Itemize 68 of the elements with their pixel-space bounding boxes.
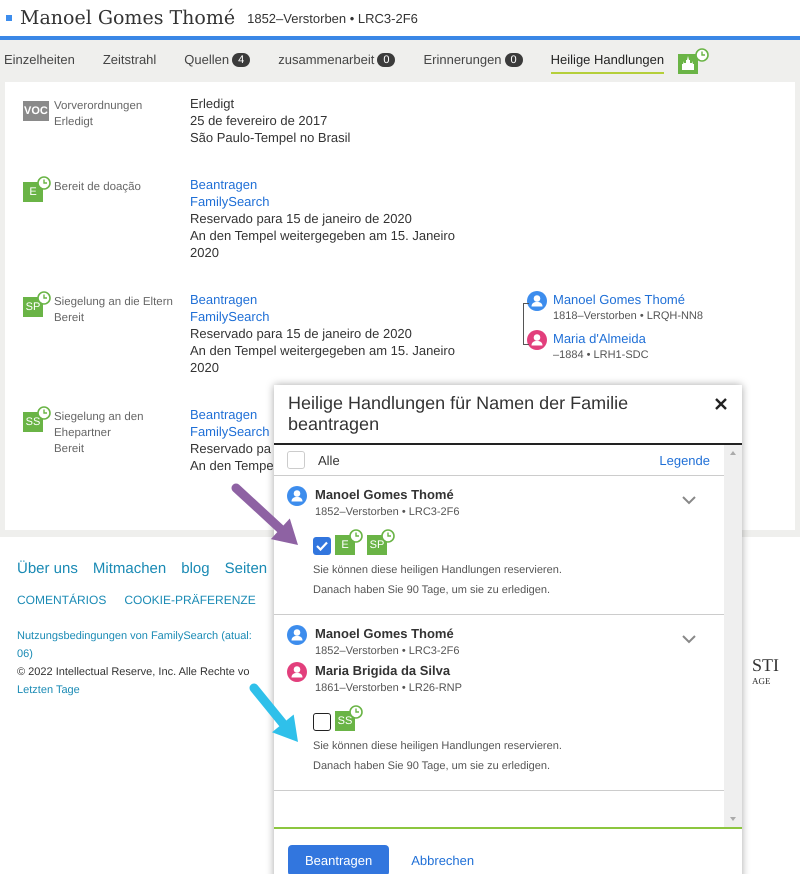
- legend-link[interactable]: Legende: [659, 452, 710, 468]
- person-meta: 1852–Verstorben • LRC3-2F6: [315, 644, 460, 659]
- note-text: Sie können diese heiligen Handlungen reservieren. Danach haben Sie 90 Tage, um sie zu erledigen.: [313, 563, 563, 598]
- tab[interactable]: Heilige Handlungen: [550, 48, 664, 74]
- detail-link[interactable]: FamilySearch: [190, 423, 270, 440]
- clock-icon: [349, 529, 363, 543]
- temple-icon: [678, 48, 710, 74]
- clock-icon: [37, 176, 51, 190]
- logo-text: STI: [752, 655, 779, 676]
- church-link[interactable]: Letzten Tage: [17, 681, 257, 699]
- checkbox[interactable]: [313, 713, 331, 731]
- tab[interactable]: Erinnerungen 0: [423, 48, 523, 74]
- cancel-link[interactable]: Abbrechen: [411, 853, 474, 868]
- tab[interactable]: Quellen 4: [184, 48, 250, 74]
- person-meta: 1852–Verstorben • LRC3-2F6: [247, 10, 418, 26]
- chevron-down-icon[interactable]: [682, 635, 696, 644]
- logo-text: AGE: [752, 676, 770, 686]
- terms-link[interactable]: Nutzungsbedingungen von FamilySearch (atual: 06): [17, 627, 257, 663]
- marker-icon: [6, 15, 12, 21]
- ordinance-name: Siegelung an den Ehepartner: [54, 410, 145, 441]
- footer-link[interactable]: blog: [181, 560, 210, 577]
- person-name: Maria Brigida da Silva: [315, 662, 452, 679]
- person-name: Manoel Gomes Thomé: [315, 486, 455, 503]
- checkbox[interactable]: [313, 537, 331, 555]
- detail-text: An den Tempe: [190, 457, 274, 474]
- detail-text: São Paulo-Tempel no Brasil: [190, 129, 350, 146]
- copyright-text: © 2022 Intellectual Reserve, Inc. Alle Rechte vo: [17, 665, 251, 680]
- ordinance-status: Bereit: [54, 442, 86, 457]
- detail-link[interactable]: Beantragen: [190, 406, 258, 423]
- person-meta: 1861–Verstorben • LR26-RNP: [315, 681, 462, 696]
- footer-link[interactable]: COOKIE-PRÄFERENZE: [124, 593, 256, 607]
- ordinance-code: VOC: [23, 101, 49, 121]
- person-meta: 1852–Verstorben • LRC3-2F6: [315, 505, 460, 520]
- detail-text: 25 de fevereiro de 2017: [190, 112, 328, 129]
- detail-text: An den Tempel weitergegeben am 15. Janeiro 2020: [190, 227, 456, 261]
- note-text: Sie können diese heiligen Handlungen reservieren. Danach haben Sie 90 Tage, um sie zu erledigen.: [313, 739, 563, 774]
- tab[interactable]: zusammenarbeit 0: [278, 48, 396, 74]
- tab[interactable]: Zeitstrahl: [102, 48, 156, 74]
- footer-link[interactable]: Mitmachen: [92, 560, 166, 577]
- footer-link[interactable]: Seiten: [224, 560, 268, 577]
- close-icon[interactable]: [714, 397, 728, 411]
- detail-text: Reservado para 15 de janeiro de 2020: [190, 325, 412, 342]
- ordinance-status: Bereit: [54, 311, 86, 326]
- detail-text: An den Tempel weitergegeben am 15. Janeiro 2020: [190, 342, 456, 376]
- request-button[interactable]: Beantragen: [288, 845, 390, 874]
- detail-link[interactable]: Beantragen: [190, 291, 258, 308]
- chevron-down-icon[interactable]: [682, 496, 696, 505]
- parent-name[interactable]: Maria d'Almeida: [553, 330, 649, 347]
- detail-text: Reservado para 15 de janeiro de 2020: [190, 210, 412, 227]
- tab[interactable]: Einzelheiten: [4, 48, 75, 74]
- ordinance-status: Erledigt: [54, 115, 94, 130]
- detail-text: Erledigt: [190, 95, 234, 112]
- footer-link[interactable]: Über uns: [17, 560, 78, 577]
- ordinance-name: Bereit de doação: [54, 180, 142, 195]
- dialog-title: Heilige Handlungen für Namen der Familie beantragen: [288, 393, 630, 435]
- detail-text: Reservado pa: [190, 440, 271, 457]
- parent-meta: –1884 • LRH1-SDC: [553, 348, 649, 363]
- ordinance-name: Vorverordnungen: [54, 99, 144, 114]
- detail-link[interactable]: FamilySearch: [190, 308, 270, 325]
- parent-meta: 1818–Verstorben • LRQH-NN8: [553, 309, 703, 324]
- person-name: Manoel Gomes Thomé: [315, 625, 455, 642]
- ordinance-name: Siegelung an die Eltern: [54, 295, 174, 310]
- select-all-label: Alle: [318, 452, 340, 468]
- person-name: Manoel Gomes Thomé: [20, 7, 236, 29]
- detail-link[interactable]: Beantragen: [190, 176, 258, 193]
- parent-name[interactable]: Manoel Gomes Thomé: [553, 291, 703, 308]
- detail-link[interactable]: FamilySearch: [190, 193, 270, 210]
- footer-link[interactable]: COMENTÁRIOS: [17, 593, 106, 607]
